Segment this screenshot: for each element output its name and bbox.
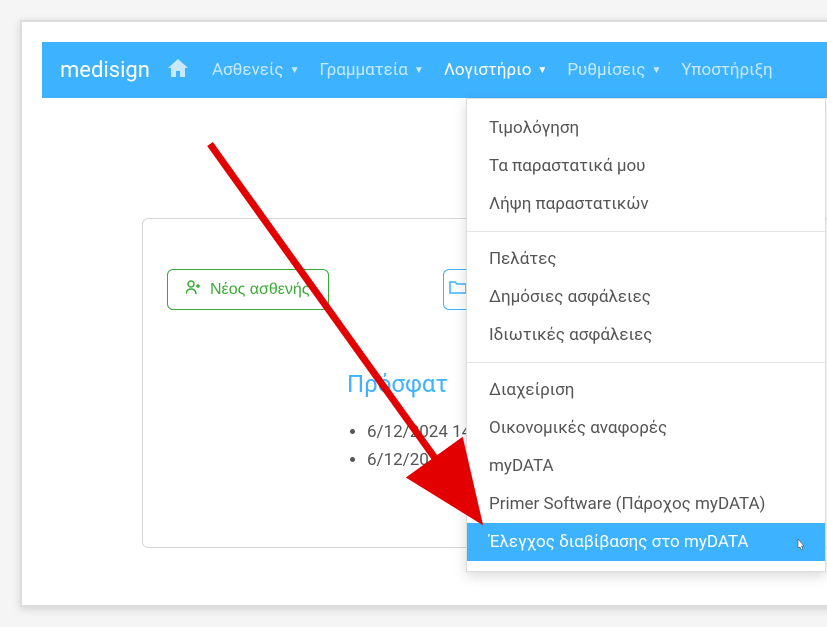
dropdown-item-private-ins[interactable]: Ιδιωτικές ασφάλειες [467, 316, 825, 354]
nav-label: Ρυθμίσεις [567, 60, 645, 80]
dropdown-divider [467, 362, 825, 363]
brand-label: medisign [60, 58, 150, 83]
dropdown-item-label: Έλεγχος διαβίβασης στο myDATA [489, 532, 748, 552]
nav-patients[interactable]: Ασθενείς ▼ [202, 52, 310, 88]
user-plus-icon [186, 280, 202, 299]
dropdown-item-clients[interactable]: Πελάτες [467, 240, 825, 278]
navbar: medisign Ασθενείς ▼ Γραμματεία ▼ Λογιστή… [42, 42, 827, 98]
dropdown-item-financial-reports[interactable]: Οικονομικές αναφορές [467, 409, 825, 447]
chevron-down-icon: ▼ [651, 65, 661, 76]
nav-label: Λογιστήριο [444, 60, 532, 80]
new-patient-button[interactable]: Νέος ασθενής [167, 269, 329, 310]
cursor-icon [793, 537, 809, 557]
nav-secretary[interactable]: Γραμματεία ▼ [310, 52, 434, 88]
nav-support[interactable]: Υποστήριξη [671, 52, 782, 88]
nav-accounting[interactable]: Λογιστήριο ▼ [434, 52, 558, 88]
chevron-down-icon: ▼ [537, 65, 547, 76]
nav-label: Ασθενείς [212, 60, 284, 80]
accounting-dropdown: Τιμολόγηση Τα παραστατικά μου Λήψη παρασ… [466, 98, 826, 572]
nav-label: Υποστήριξη [681, 60, 772, 80]
dropdown-divider [467, 231, 825, 232]
chevron-down-icon: ▼ [290, 65, 300, 76]
dropdown-item-mydata-check[interactable]: Έλεγχος διαβίβασης στο myDATA [467, 523, 825, 561]
dropdown-item-mydata[interactable]: myDATA [467, 447, 825, 485]
dropdown-item-receive-docs[interactable]: Λήψη παραστατικών [467, 185, 825, 223]
dropdown-item-invoicing[interactable]: Τιμολόγηση [467, 109, 825, 147]
button-label: Νέος ασθενής [210, 281, 310, 299]
home-icon[interactable] [168, 59, 188, 82]
dropdown-item-public-ins[interactable]: Δημόσιες ασφάλειες [467, 278, 825, 316]
dropdown-item-primer[interactable]: Primer Software (Πάροχος myDATA) [467, 485, 825, 523]
nav-settings[interactable]: Ρυθμίσεις ▼ [557, 52, 671, 88]
nav-label: Γραμματεία [320, 60, 408, 80]
chevron-down-icon: ▼ [414, 65, 424, 76]
folder-icon [449, 280, 467, 299]
dropdown-item-my-docs[interactable]: Τα παραστατικά μου [467, 147, 825, 185]
dropdown-item-management[interactable]: Διαχείριση [467, 371, 825, 409]
